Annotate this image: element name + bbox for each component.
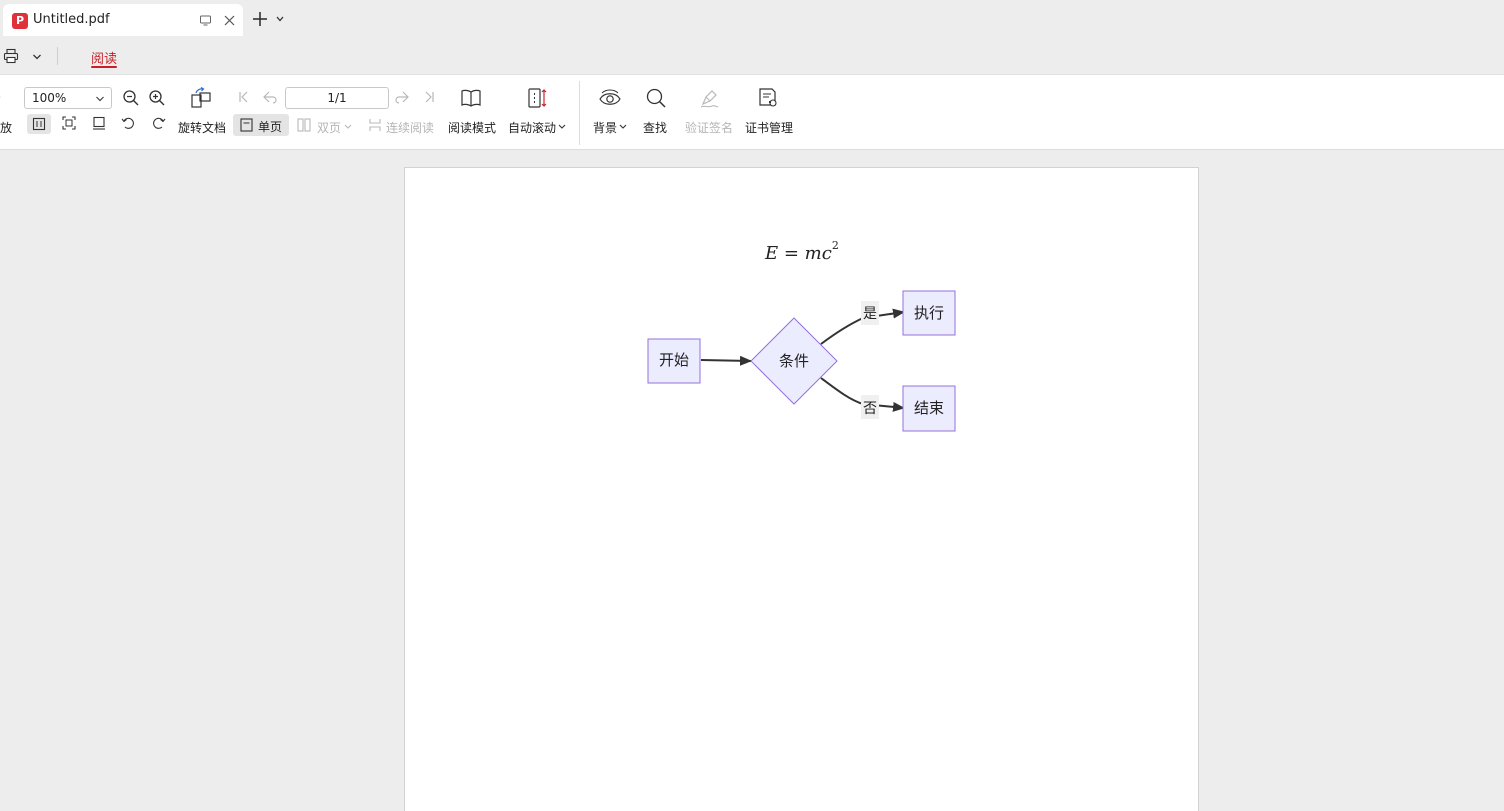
fit-page-button[interactable] xyxy=(27,114,51,134)
node-end-label: 结束 xyxy=(914,399,944,417)
node-execute-label: 执行 xyxy=(914,304,944,322)
continuous-icon[interactable] xyxy=(368,118,382,132)
first-page-icon[interactable] xyxy=(238,91,250,103)
print-icon[interactable] xyxy=(3,48,19,64)
next-page-icon[interactable] xyxy=(395,91,409,104)
ribbon-tab-row: 阅读 xyxy=(0,40,1504,74)
pdf-page: E = mc2 是 否 开始 条件 执行 结束 xyxy=(404,167,1199,811)
tab-title: Untitled.pdf xyxy=(33,12,110,27)
document-tab[interactable]: P Untitled.pdf xyxy=(3,4,243,36)
zoom-value: 100% xyxy=(32,91,67,105)
zoom-in-icon[interactable] xyxy=(148,89,166,107)
chevron-down-icon[interactable] xyxy=(619,123,627,131)
zoom-icon[interactable] xyxy=(0,89,6,105)
zoom-out-icon[interactable] xyxy=(122,89,140,107)
zoom-select[interactable]: 100% xyxy=(24,87,112,109)
actual-size-icon[interactable] xyxy=(92,116,106,130)
node-start-label: 开始 xyxy=(659,351,689,369)
double-page-icon[interactable] xyxy=(297,118,311,132)
auto-scroll-icon[interactable] xyxy=(526,87,548,109)
chevron-down-icon xyxy=(344,124,352,129)
read-toolbar: 放 100% 旋转文档 单页 1/1 双页 连续阅读 阅读模式 自动滚动 背景 … xyxy=(0,74,1504,150)
continuous-label[interactable]: 连续阅读 xyxy=(386,119,434,136)
edge-label-no: 否 xyxy=(863,401,877,417)
eye-icon[interactable] xyxy=(598,89,622,109)
chevron-down-icon[interactable] xyxy=(32,52,42,62)
node-condition-label: 条件 xyxy=(779,352,809,370)
chevron-down-icon xyxy=(96,96,104,102)
double-page-label[interactable]: 双页 xyxy=(317,119,341,136)
app-icon: P xyxy=(12,13,28,29)
active-tab-indicator xyxy=(91,66,117,68)
certificate-icon[interactable] xyxy=(757,87,779,109)
document-viewport[interactable]: E = mc2 是 否 开始 条件 执行 结束 xyxy=(0,150,1504,811)
book-icon[interactable] xyxy=(460,87,482,109)
close-icon[interactable] xyxy=(223,14,236,27)
edge-label-yes: 是 xyxy=(863,306,877,322)
fit-page-icon xyxy=(32,117,46,131)
chevron-down-icon[interactable] xyxy=(275,14,285,24)
find-label[interactable]: 查找 xyxy=(643,119,667,136)
rotate-document-icon[interactable] xyxy=(190,86,212,109)
rotate-document-label[interactable]: 旋转文档 xyxy=(178,119,226,136)
plus-icon[interactable] xyxy=(251,10,269,28)
cut-off-label[interactable]: 放 xyxy=(0,119,12,136)
fit-width-icon[interactable] xyxy=(62,116,76,130)
tab-read[interactable]: 阅读 xyxy=(91,48,117,67)
flowchart: 是 否 开始 条件 执行 结束 xyxy=(647,290,956,432)
single-page-label: 单页 xyxy=(258,120,283,134)
verify-signature-label[interactable]: 验证签名 xyxy=(685,119,733,136)
reading-mode-label[interactable]: 阅读模式 xyxy=(448,119,496,136)
prev-page-icon[interactable] xyxy=(263,91,277,104)
page-number-input[interactable]: 1/1 xyxy=(285,87,389,109)
search-icon[interactable] xyxy=(645,87,667,109)
certificate-management-label[interactable]: 证书管理 xyxy=(745,119,793,136)
auto-scroll-label[interactable]: 自动滚动 xyxy=(508,119,556,136)
background-label[interactable]: 背景 xyxy=(593,119,617,136)
single-page-icon xyxy=(240,118,253,132)
signature-pen-icon[interactable] xyxy=(698,87,720,109)
edge-start-condition xyxy=(700,355,752,366)
single-page-button[interactable]: 单页 xyxy=(233,114,289,136)
divider xyxy=(57,47,58,65)
divider xyxy=(579,81,580,145)
last-page-icon[interactable] xyxy=(423,91,435,103)
rotate-right-icon[interactable] xyxy=(151,116,166,130)
monitor-icon[interactable] xyxy=(199,14,212,27)
rotate-left-icon[interactable] xyxy=(121,116,136,130)
tab-bar: P Untitled.pdf xyxy=(0,0,1504,40)
chevron-down-icon[interactable] xyxy=(558,123,566,131)
